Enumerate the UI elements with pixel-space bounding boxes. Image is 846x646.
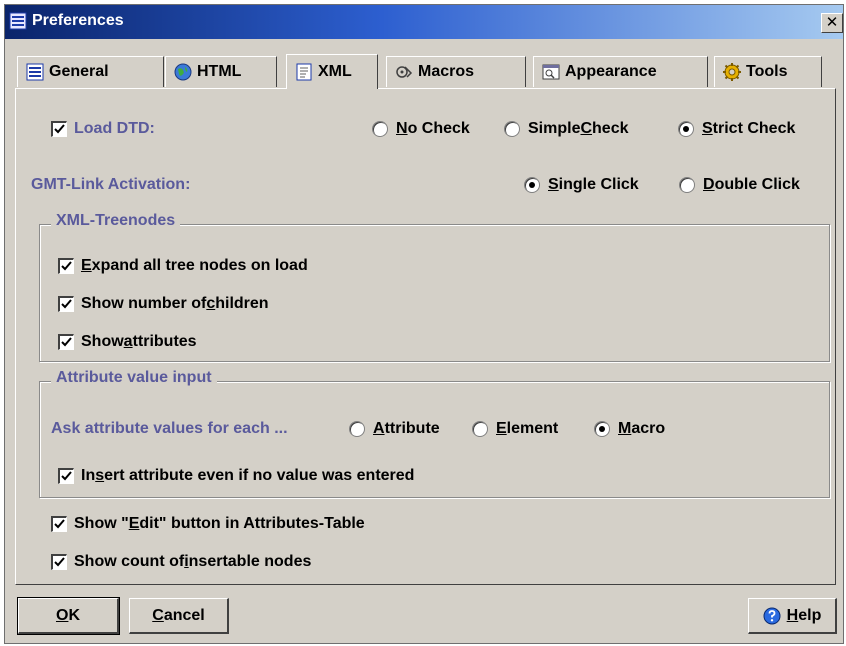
checkbox-box [58,334,74,350]
load-dtd-checkbox[interactable]: Load DTD: [51,120,155,138]
xml-treenodes-title: XML-Treenodes [51,212,181,230]
radio-macro[interactable]: Macro [594,420,665,438]
radio-circle-selected [524,177,540,193]
gmt-link-label: GMT-Link Activation: [31,176,191,193]
cancel-button[interactable]: Cancel [129,598,229,634]
tab-xml[interactable]: XML [286,54,378,89]
preferences-dialog: Preferences ✕ General HTML XML Macros Ap… [4,4,844,644]
radio-circle [472,421,488,437]
window-icon [542,64,560,80]
load-dtd-label: Load DTD: [74,120,155,137]
radio-element[interactable]: Element [472,420,558,438]
show-edit-button-checkbox[interactable]: Show " Edit" button in Attributes-Table [51,515,365,533]
ask-attribute-label-row: Ask attribute values for each ... [51,420,288,438]
check-icon [54,124,65,134]
help-button[interactable]: Help [748,598,837,634]
help-icon [763,607,781,624]
gmt-link-label-row: GMT-Link Activation: [31,176,190,194]
insert-attribute-checkbox[interactable]: In s ert attribute even if no value was en… [58,467,414,485]
checkbox-box [51,516,67,532]
radio-strict-check[interactable]: Strict Check [678,120,795,138]
radio-double-click[interactable]: Double Click [679,176,800,194]
tab-label: Tools [746,63,788,80]
check-icon [61,471,72,481]
close-button[interactable]: ✕ [821,13,843,33]
radio-circle-selected [678,121,694,137]
macro-icon [396,66,413,78]
tab-label: Appearance [565,63,657,80]
check-icon [54,519,65,529]
check-icon [61,261,72,271]
gear-icon [723,63,741,81]
check-icon [54,557,65,567]
radio-circle-selected [594,421,610,437]
radio-single-click[interactable]: Single Click [524,176,639,194]
title-bar[interactable]: Preferences ✕ [5,5,843,39]
check-icon [61,299,72,309]
radio-no-check[interactable]: No Check [372,120,470,138]
checkbox-box [51,121,67,137]
window-title: Preferences [32,12,124,29]
tab-appearance[interactable]: Appearance [533,56,708,87]
radio-circle [349,421,365,437]
ok-button[interactable]: OK [17,597,120,635]
checkbox-box [58,258,74,274]
ask-attribute-label: Ask attribute values for each ... [51,420,288,437]
tab-label: XML [318,63,352,80]
preferences-icon [9,12,27,30]
radio-circle [679,177,695,193]
list-icon [26,63,44,81]
radio-simple-check[interactable]: Simple Check [504,120,629,138]
checkbox-box [58,468,74,484]
expand-all-checkbox[interactable]: Expand all tree nodes on load [58,257,308,275]
attribute-input-title: Attribute value input [51,369,217,387]
show-attributes-checkbox[interactable]: Show a ttributes [58,333,197,351]
radio-circle [504,121,520,137]
show-count-checkbox[interactable]: Show count of i nsertable nodes [51,553,311,571]
tab-general[interactable]: General [17,56,164,87]
radio-circle [372,121,388,137]
checkbox-box [51,554,67,570]
tab-label: General [49,63,109,80]
show-children-checkbox[interactable]: Show number of c hildren [58,295,269,313]
checkbox-box [58,296,74,312]
document-icon [296,63,312,81]
check-icon [61,337,72,347]
close-icon: ✕ [825,14,839,31]
tab-macros[interactable]: Macros [386,56,526,87]
radio-attribute[interactable]: Attribute [349,420,440,438]
globe-icon [174,63,192,81]
tab-tools[interactable]: Tools [714,56,822,87]
tab-label: HTML [197,63,242,80]
tab-label: Macros [418,63,475,80]
tab-html[interactable]: HTML [165,56,277,87]
